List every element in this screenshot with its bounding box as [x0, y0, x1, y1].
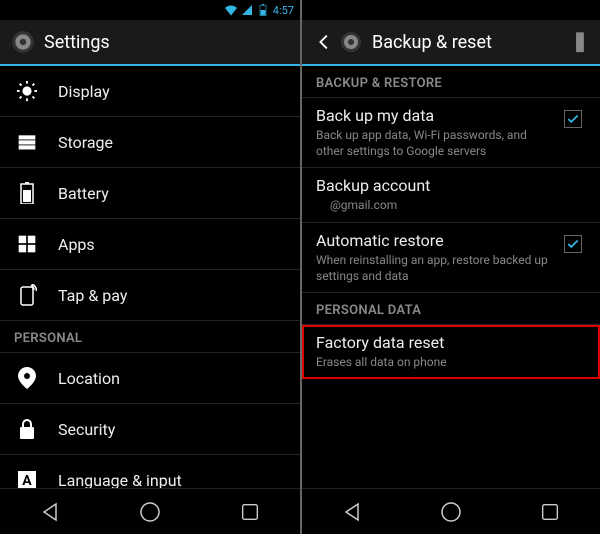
settings-screen: 4:57 Settings Display Storage Battery Ap…: [0, 0, 300, 534]
row-subtitle: @gmail.com: [316, 197, 578, 213]
row-title: Automatic restore: [316, 231, 552, 250]
row-apps[interactable]: Apps: [0, 219, 300, 270]
backup-reset-screen: Backup & reset ■■■ BACKUP & RESTORE Back…: [300, 0, 600, 534]
row-display[interactable]: Display: [0, 66, 300, 117]
signal-icon: [241, 4, 253, 16]
location-icon: [14, 365, 40, 391]
row-security[interactable]: Security: [0, 404, 300, 455]
row-tap-pay[interactable]: Tap & pay: [0, 270, 300, 321]
back-button[interactable]: [332, 492, 372, 532]
row-location[interactable]: Location: [0, 353, 300, 404]
row-label: Language & input: [58, 471, 182, 489]
storage-icon: [14, 129, 40, 155]
row-title: Factory data reset: [316, 333, 578, 352]
category-backup-restore: BACKUP & RESTORE: [302, 66, 600, 98]
row-label: Location: [58, 369, 120, 388]
svg-text:A: A: [22, 473, 32, 488]
tap-pay-icon: [14, 282, 40, 308]
row-backup-my-data[interactable]: Back up my data Back up app data, Wi-Fi …: [302, 98, 600, 168]
settings-list[interactable]: Display Storage Battery Apps Tap & pay P…: [0, 66, 300, 488]
appbar-title: Backup & reset: [372, 32, 568, 53]
recent-button[interactable]: [230, 492, 270, 532]
row-label: Battery: [58, 184, 109, 203]
checkbox-auto-restore[interactable]: [560, 231, 586, 253]
row-backup-account[interactable]: Backup account @gmail.com: [302, 168, 600, 222]
row-language[interactable]: A Language & input: [0, 455, 300, 488]
checkbox-backup-data[interactable]: [560, 106, 586, 128]
wifi-icon: [225, 4, 237, 16]
row-factory-reset[interactable]: Factory data reset Erases all data on ph…: [302, 325, 600, 379]
language-icon: A: [14, 467, 40, 488]
apps-icon: [14, 231, 40, 257]
row-title: Back up my data: [316, 106, 552, 125]
row-label: Security: [58, 420, 115, 439]
recent-button[interactable]: [530, 492, 570, 532]
status-bar: [302, 0, 600, 20]
category-personal: PERSONAL: [0, 321, 300, 353]
status-bar: 4:57: [0, 0, 300, 20]
settings-icon: [8, 27, 38, 57]
security-icon: [14, 416, 40, 442]
home-button[interactable]: [431, 492, 471, 532]
battery-icon: [257, 4, 269, 16]
appbar-title: Settings: [44, 32, 292, 53]
clock: 4:57: [273, 4, 294, 17]
row-label: Apps: [58, 235, 95, 254]
row-automatic-restore[interactable]: Automatic restore When reinstalling an a…: [302, 223, 600, 293]
appbar: Settings: [0, 20, 300, 66]
display-icon: [14, 78, 40, 104]
row-storage[interactable]: Storage: [0, 117, 300, 168]
row-battery[interactable]: Battery: [0, 168, 300, 219]
settings-icon: [336, 27, 366, 57]
navigation-bar: [0, 488, 300, 534]
row-label: Tap & pay: [58, 286, 127, 305]
home-button[interactable]: [130, 492, 170, 532]
navigation-bar: [302, 488, 600, 534]
battery-icon: [14, 180, 40, 206]
row-label: Display: [58, 82, 110, 101]
category-personal-data: PERSONAL DATA: [302, 293, 600, 325]
overflow-menu-button[interactable]: ■■■: [568, 33, 592, 51]
row-title: Backup account: [316, 176, 578, 195]
row-subtitle: Erases all data on phone: [316, 354, 578, 370]
row-subtitle: When reinstalling an app, restore backed…: [316, 252, 552, 284]
back-button[interactable]: [30, 492, 70, 532]
row-subtitle: Back up app data, Wi-Fi passwords, and o…: [316, 127, 552, 159]
row-label: Storage: [58, 133, 113, 152]
appbar: Backup & reset ■■■: [302, 20, 600, 66]
backup-list[interactable]: BACKUP & RESTORE Back up my data Back up…: [302, 66, 600, 488]
